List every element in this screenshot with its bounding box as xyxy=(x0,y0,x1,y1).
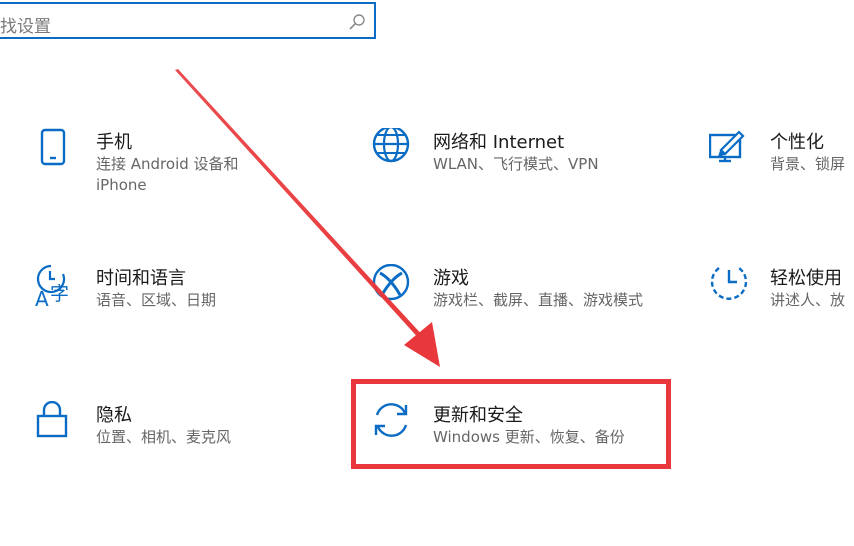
search-input[interactable]: 找设置 xyxy=(0,12,51,37)
lock-icon xyxy=(36,401,68,438)
tile-personalization-title: 个性化 xyxy=(770,132,824,153)
tile-ease-of-access-desc: 讲述人、放 xyxy=(770,291,846,309)
search-box[interactable]: 找设置 xyxy=(0,2,376,39)
globe-icon xyxy=(372,128,410,163)
tile-gaming-title: 游戏 xyxy=(433,268,469,289)
tile-update-security[interactable]: 更新和安全 Windows 更新、恢复、备份 xyxy=(372,401,652,461)
tile-network-title: 网络和 Internet xyxy=(433,132,565,153)
tile-personalization[interactable]: 个性化 背景、锁屏 xyxy=(709,128,854,188)
tile-gaming-desc: 游戏栏、截屏、直播、游戏模式 xyxy=(433,291,644,309)
tile-time-language-title: 时间和语言 xyxy=(96,268,186,289)
personalization-icon xyxy=(709,130,745,163)
tile-time-language-desc: 语音、区域、日期 xyxy=(96,291,217,309)
svg-text:A: A xyxy=(35,287,49,308)
tile-ease-of-access-title: 轻松使用 xyxy=(770,268,842,289)
tile-network[interactable]: 网络和 Internet WLAN、飞行模式、VPN xyxy=(372,128,652,188)
search-icon[interactable] xyxy=(348,13,366,31)
tile-network-desc: WLAN、飞行模式、VPN xyxy=(433,155,599,173)
tile-time-language[interactable]: A 字 时间和语言 语音、区域、日期 xyxy=(35,264,275,324)
tile-privacy-desc: 位置、相机、麦克风 xyxy=(96,428,232,446)
tile-privacy[interactable]: 隐私 位置、相机、麦克风 xyxy=(35,401,275,461)
xbox-icon xyxy=(372,264,410,301)
sync-icon xyxy=(374,403,408,437)
tile-personalization-desc: 背景、锁屏 xyxy=(770,155,846,173)
settings-page: 找设置 手机 连接 Android 设备和 iPhone 网络和 Interne… xyxy=(0,0,854,546)
tile-phone-desc: 连接 Android 设备和 iPhone xyxy=(96,155,239,194)
tile-phone-title: 手机 xyxy=(96,132,132,153)
svg-text:字: 字 xyxy=(50,283,69,305)
tile-update-security-title: 更新和安全 xyxy=(433,405,523,426)
tile-gaming[interactable]: 游戏 游戏栏、截屏、直播、游戏模式 xyxy=(372,264,652,344)
tile-privacy-title: 隐私 xyxy=(96,405,132,426)
tile-phone[interactable]: 手机 连接 Android 设备和 iPhone xyxy=(35,128,275,208)
ease-of-access-icon xyxy=(710,267,748,300)
tile-update-security-desc: Windows 更新、恢复、备份 xyxy=(433,428,625,446)
phone-icon xyxy=(40,128,66,166)
time-language-icon: A 字 xyxy=(35,264,69,308)
tile-ease-of-access[interactable]: 轻松使用 讲述人、放 xyxy=(709,264,854,324)
